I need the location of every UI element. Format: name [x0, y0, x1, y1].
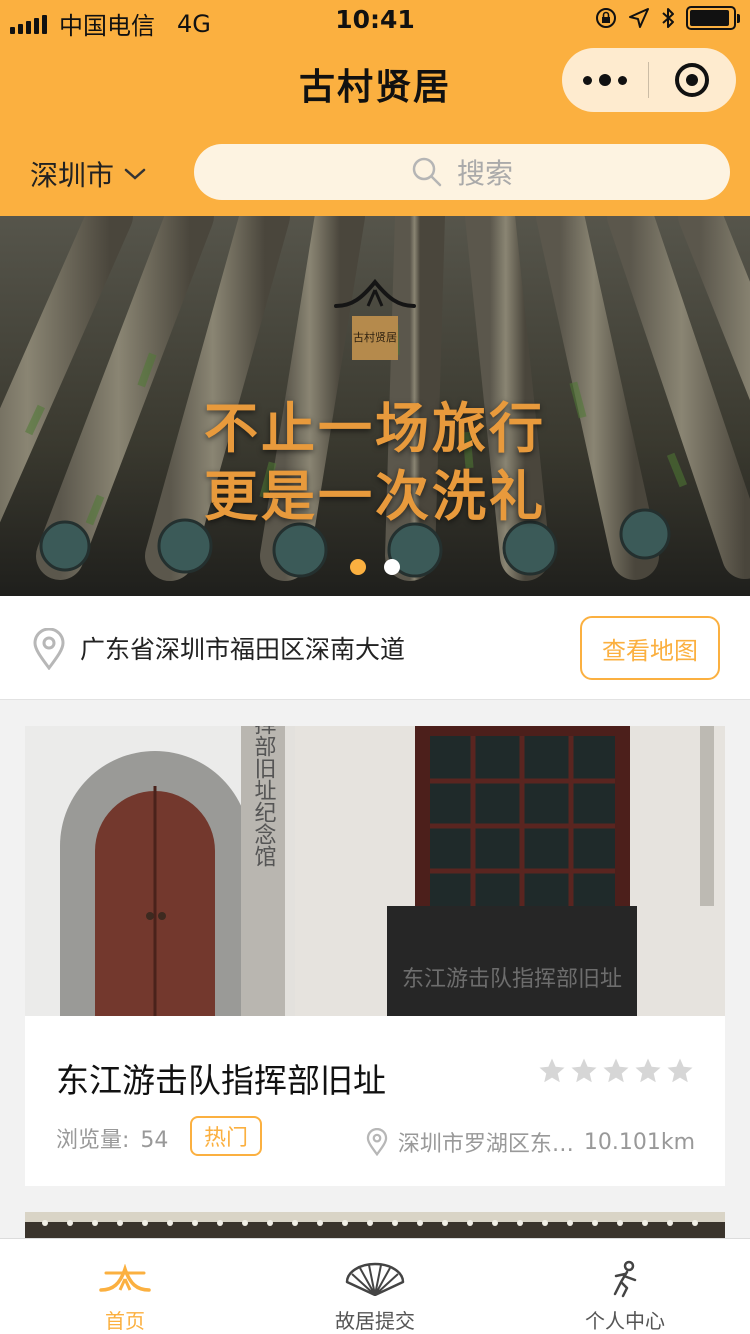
place-address: 深圳市罗湖区东… — [397, 1132, 574, 1157]
carousel-dot[interactable] — [384, 559, 400, 575]
carousel-indicator — [0, 559, 750, 575]
location-pin-icon — [366, 1128, 388, 1156]
miniprogram-capsule — [562, 48, 736, 112]
place-photo: 游击队指挥部旧址纪念馆 东江游击队指挥部旧址 — [25, 726, 725, 1016]
city-label: 深圳市 — [30, 159, 115, 192]
city-selector[interactable]: 深圳市 — [30, 154, 146, 194]
more-dot-icon — [599, 74, 611, 86]
search-row: 深圳市 搜索 — [0, 128, 750, 216]
village-logo-icon — [334, 278, 416, 308]
tab-submit-label: 故居提交 — [335, 1309, 415, 1333]
star-icon — [667, 1058, 693, 1083]
hot-badge: 热门 — [190, 1116, 262, 1156]
current-location-bar: 广东省深圳市福田区深南大道 查看地图 — [0, 596, 750, 700]
place-card-image: 游击队指挥部旧址纪念馆 东江游击队指挥部旧址 — [25, 726, 725, 1016]
battery-icon — [686, 6, 740, 30]
more-dot-icon — [583, 75, 592, 85]
chevron-down-icon — [124, 168, 146, 180]
app-screen: 中国电信 4G 10:41 古村贤居 深圳市 搜索 古村贤居 不止一场旅行 更是… — [0, 0, 750, 1334]
close-miniprogram-button[interactable] — [649, 63, 735, 97]
star-icon — [635, 1058, 661, 1083]
tab-profile[interactable]: 个人中心 — [500, 1239, 750, 1334]
search-icon — [412, 157, 442, 187]
banner-logo: 古村贤居 — [330, 276, 420, 360]
bluetooth-icon — [662, 8, 674, 28]
status-right — [594, 6, 740, 30]
place-location: 深圳市罗湖区东… 10.101km — [366, 1126, 695, 1158]
current-address: 广东省深圳市福田区深南大道 — [80, 635, 406, 664]
view-count-value: 54 — [140, 1128, 169, 1153]
location-arrow-icon — [629, 8, 649, 28]
fan-icon — [345, 1262, 405, 1296]
plaque-text: 东江游击队指挥部旧址 — [402, 967, 622, 992]
banner-logo-stamp: 古村贤居 — [352, 316, 398, 360]
nav-bar: 古村贤居 — [0, 40, 750, 128]
place-card[interactable]: 游击队指挥部旧址纪念馆 东江游击队指挥部旧址 东江游击队指挥部旧址 浏览量: 5… — [25, 726, 725, 1186]
place-distance: 10.101km — [583, 1129, 695, 1155]
star-icon — [571, 1058, 597, 1083]
tab-bar: 首页 故居提交 个人中心 — [0, 1238, 750, 1334]
star-icon — [603, 1058, 629, 1083]
tab-profile-label: 个人中心 — [585, 1309, 665, 1333]
banner-carousel[interactable]: 古村贤居 不止一场旅行 更是一次洗礼 — [0, 216, 750, 596]
search-placeholder: 搜索 — [456, 157, 513, 190]
status-bar: 中国电信 4G 10:41 — [0, 0, 750, 40]
view-map-button[interactable]: 查看地图 — [580, 616, 720, 680]
banner-slogan-line2: 更是一次洗礼 — [204, 464, 546, 528]
location-pin-icon — [33, 628, 65, 670]
more-dot-icon — [618, 75, 627, 85]
tab-home[interactable]: 首页 — [0, 1239, 250, 1334]
view-count-label: 浏览量: — [56, 1128, 130, 1153]
star-icon — [539, 1058, 565, 1083]
tab-submit[interactable]: 故居提交 — [250, 1239, 500, 1334]
home-icon — [99, 1264, 151, 1292]
person-icon — [613, 1260, 637, 1298]
target-icon — [675, 63, 709, 97]
more-button[interactable] — [562, 74, 648, 86]
view-count: 浏览量: 54 — [56, 1122, 168, 1154]
carousel-dot-active[interactable] — [350, 559, 366, 575]
orientation-lock-icon — [596, 8, 616, 28]
place-title: 东江游击队指挥部旧址 — [56, 1061, 386, 1100]
vertical-sign-text: 游击队指挥部旧址纪念馆 — [251, 726, 277, 867]
search-input[interactable]: 搜索 — [194, 144, 730, 200]
tab-home-label: 首页 — [105, 1309, 145, 1333]
rating-stars — [537, 1056, 695, 1086]
